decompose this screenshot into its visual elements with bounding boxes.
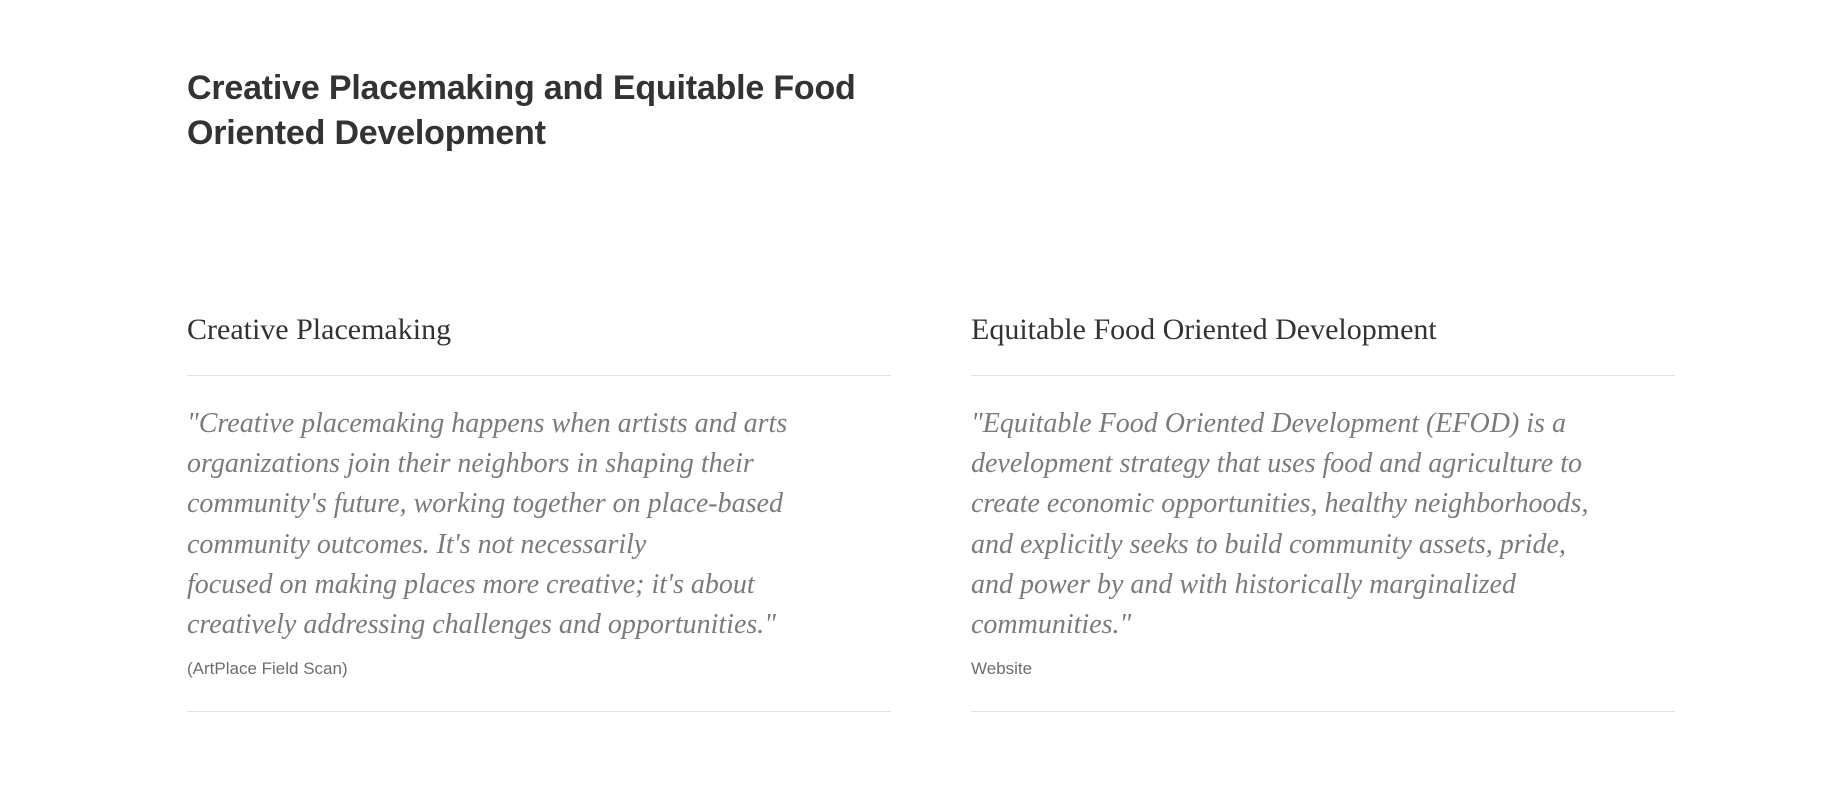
quote-line: communities." <box>971 609 1132 641</box>
quote-line: creatively addressing challenges and opp… <box>187 609 777 641</box>
section-divider-bottom <box>971 711 1675 712</box>
quote-line: "Creative placemaking happens when artis… <box>187 408 788 439</box>
quote-line: "Equitable Food Oriented Development (EF… <box>971 408 1566 439</box>
columns-container: Creative Placemaking "Creative placemaki… <box>187 310 1677 720</box>
quote-line: development strategy that uses food and … <box>971 448 1582 480</box>
quote-source-link[interactable]: Website <box>971 658 1675 680</box>
quote-line: and explicitly seeks to build community … <box>971 528 1566 560</box>
quote-source: (ArtPlace Field Scan) <box>187 659 348 679</box>
page-title: Creative Placemaking and Equitable Food … <box>187 69 856 152</box>
section-heading: Equitable Food Oriented Development <box>971 313 1437 346</box>
quote-line: create economic opportunities, healthy n… <box>971 488 1589 520</box>
quote-line: focused on making places more creative; … <box>187 568 755 600</box>
quote-line: community's future, working together on … <box>187 488 783 520</box>
quote-line: and power by and with historically margi… <box>971 568 1516 600</box>
efod-section: Equitable Food Oriented Development "Equ… <box>971 310 1675 712</box>
section-heading: Creative Placemaking <box>187 313 452 346</box>
section-divider-top <box>187 375 891 376</box>
quote-line: organizations join their neighbors in sh… <box>187 448 754 480</box>
section-quote: "Creative placemaking happens when artis… <box>187 404 891 645</box>
section-divider-bottom <box>187 711 891 712</box>
section-quote: "Equitable Food Oriented Development (EF… <box>971 404 1675 645</box>
quote-line: community outcomes. It's not necessarily <box>187 528 647 560</box>
section-divider-top <box>971 375 1675 376</box>
creative-placemaking-section: Creative Placemaking "Creative placemaki… <box>187 310 891 712</box>
